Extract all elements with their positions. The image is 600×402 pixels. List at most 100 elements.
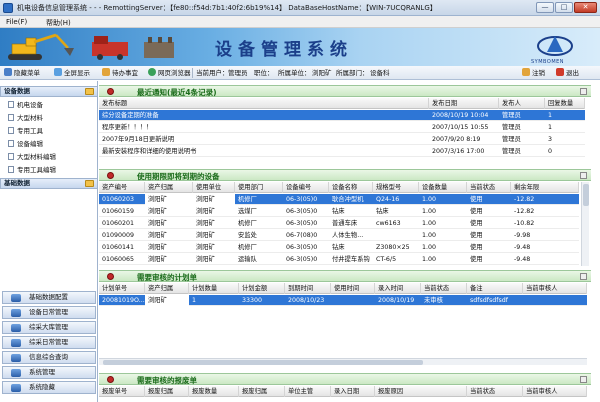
plans-title: 需要审核的计划单: [137, 273, 197, 282]
todo-button[interactable]: 待办事宜: [102, 68, 138, 78]
col-header[interactable]: 计划单号: [99, 283, 145, 294]
col-header[interactable]: 规格型号: [373, 182, 419, 193]
col-header[interactable]: 当前状态: [421, 283, 467, 294]
exit-button[interactable]: 退出: [556, 68, 579, 78]
col-header[interactable]: 发布标题: [99, 98, 429, 109]
equip-data-header[interactable]: 设备数据: [0, 86, 98, 97]
nav-daily-equipment[interactable]: 设备日常管理: [2, 306, 96, 319]
table-cell: 使用: [470, 220, 483, 227]
table-row[interactable]: 综分设备定期的准备 2008/10/19 10:04 管理员 1: [99, 110, 585, 121]
document-icon: [8, 153, 14, 160]
col-header[interactable]: 当前状态: [467, 386, 523, 397]
pin-icon[interactable]: [580, 172, 587, 179]
col-header[interactable]: 设备数量: [419, 182, 467, 193]
col-header[interactable]: 报废原因: [375, 386, 467, 397]
col-header[interactable]: 发布日期: [429, 98, 499, 109]
table-row[interactable]: 程序更新！！！！ 2007/10/15 10:55 管理员 1: [99, 122, 585, 133]
table-row[interactable]: 01060159 浏阳矿 浏阳矿 选煤厂 06-3(05)0 钻床 钻床 1.00 使用 -12.…: [99, 206, 579, 217]
table-cell: 钻床: [376, 208, 389, 215]
document-icon: [8, 101, 14, 108]
notices-header: 最近通知(最近4条记录): [99, 85, 591, 97]
col-header[interactable]: 使用时间: [331, 283, 375, 294]
table-row[interactable]: 最新安装程序和详细的使用说明书 2007/3/16 17:00 管理员 0: [99, 146, 585, 157]
table-cell: 浏阳矿: [148, 244, 167, 251]
close-button[interactable]: ✕: [574, 2, 597, 13]
pin-icon[interactable]: [580, 273, 587, 280]
col-header[interactable]: 当前状态: [467, 182, 511, 193]
tree-item-equipment-edit[interactable]: 设备编辑: [8, 139, 43, 149]
col-header[interactable]: 当前审核人: [523, 283, 587, 294]
table-row[interactable]: 01060201 浏阳矿 浏阳矿 机修厂 06-3(05)0 普通车床 cw6163 1.00…: [99, 218, 579, 229]
col-header[interactable]: 资产归属: [145, 283, 189, 294]
col-header[interactable]: 发布人: [499, 98, 545, 109]
col-header[interactable]: 备注: [467, 283, 523, 294]
table-cell: 浏阳矿: [145, 194, 193, 205]
col-header[interactable]: 当前审核人: [523, 386, 587, 397]
app-icon: [3, 3, 13, 13]
nav-system-hide[interactable]: 系统隐藏: [2, 381, 96, 394]
table-cell: 浏阳矿: [196, 232, 215, 239]
nav-system-management[interactable]: 系统管理: [2, 366, 96, 379]
nav-warehouse[interactable]: 综采大库管理: [2, 321, 96, 334]
fullscreen-button[interactable]: 全屏显示: [54, 68, 90, 78]
table-cell: 浏阳矿: [148, 220, 167, 227]
menu-file[interactable]: File(F): [6, 18, 27, 26]
col-header[interactable]: 报废数量: [189, 386, 239, 397]
table-row[interactable]: 01060065 浏阳矿 浏阳矿 运输队 06-3(05)0 付井提车系钩 CT-6/5 1.…: [99, 254, 579, 265]
tree-item-materials-edit[interactable]: 大型材料编辑: [8, 152, 56, 162]
table-cell: Q24-16: [376, 196, 400, 203]
base-data-header[interactable]: 基础数据: [0, 178, 98, 189]
current-user-label: 当前用户：: [196, 69, 229, 77]
exit-icon: [556, 68, 564, 76]
col-header[interactable]: 设备编号: [283, 182, 329, 193]
minimize-button[interactable]: —: [536, 2, 554, 13]
tree-item-tools-edit[interactable]: 专用工具编辑: [8, 165, 56, 175]
table-cell: 选煤厂: [238, 208, 257, 215]
table-row[interactable]: 01090009 浏阳矿 浏阳矿 安监处 06-7(08)0 人体生物... 1.00 使用 -…: [99, 230, 579, 241]
table-cell: Z3080×25: [376, 244, 410, 251]
table-cell: 06-3(05)0: [286, 220, 318, 227]
col-header[interactable]: 使用部门: [235, 182, 283, 193]
table-row[interactable]: 01060203 浏阳矿 浏阳矿 机修厂 06-3(05)0 耿合冲型机 Q24-16 1.0…: [99, 194, 579, 205]
plans-horizontal-scrollbar[interactable]: [99, 358, 587, 365]
header-banner: 设备管理系统 SYMBOMEN: [0, 28, 600, 66]
dept-label: 所属部门：: [336, 69, 369, 77]
table-cell: 钻床: [332, 208, 345, 215]
tree-item-special-tools[interactable]: 专用工具: [8, 126, 43, 136]
logout-button[interactable]: 注销: [522, 68, 545, 78]
col-header[interactable]: 录入时间: [375, 283, 421, 294]
toolbar: 隐藏菜单 全屏显示 待办事宜 网页浏览器 当前用户： 管理员 职位： 所属单位：…: [0, 66, 600, 80]
table-row[interactable]: 20081019O... 浏阳矿 1 33300 2008/10/23 2008…: [99, 295, 587, 306]
col-header[interactable]: 设备名称: [329, 182, 373, 193]
col-header[interactable]: 资产归属: [145, 182, 193, 193]
browser-button[interactable]: 网页浏览器: [148, 68, 191, 78]
menu-help[interactable]: 帮助(H): [46, 18, 71, 28]
col-header[interactable]: 录入日期: [331, 386, 375, 397]
col-header[interactable]: 计划数量: [189, 283, 239, 294]
col-header[interactable]: 报废归属: [239, 386, 285, 397]
col-header[interactable]: 报废单号: [99, 386, 145, 397]
col-header[interactable]: 剩余年限: [511, 182, 579, 193]
pin-icon[interactable]: [580, 88, 587, 95]
col-header[interactable]: 计划金额: [239, 283, 285, 294]
col-header[interactable]: 使用单位: [193, 182, 235, 193]
nav-info-query[interactable]: 信息综合查询: [2, 351, 96, 364]
hide-menu-button[interactable]: 隐藏菜单: [4, 68, 40, 78]
nav-base-config[interactable]: 基础数据配置: [2, 291, 96, 304]
table-row[interactable]: 01060141 浏阳矿 浏阳矿 机修厂 06-3(05)0 钻床 Z3080×25 1.00…: [99, 242, 579, 253]
col-header[interactable]: 回复数量: [545, 98, 585, 109]
nav-mining-daily[interactable]: 综采日常管理: [2, 336, 96, 349]
expiry-vertical-scrollbar[interactable]: [581, 182, 589, 266]
col-header[interactable]: 资产编号: [99, 182, 145, 193]
col-header[interactable]: 到期时间: [285, 283, 331, 294]
table-row[interactable]: 2007年9月18日更新说明 2007/9/20 8:19 管理员 3: [99, 134, 585, 145]
tree-item-equipment[interactable]: 机电设备: [8, 100, 43, 110]
col-header[interactable]: 单位主管: [285, 386, 331, 397]
table-cell: 浏阳矿: [148, 208, 167, 215]
tree-item-large-materials[interactable]: 大型材料: [8, 113, 43, 123]
maximize-button[interactable]: □: [555, 2, 573, 13]
pin-icon[interactable]: [580, 376, 587, 383]
table-cell: 机修厂: [238, 196, 257, 203]
section-icon: [107, 172, 114, 179]
col-header[interactable]: 报废归属: [145, 386, 189, 397]
